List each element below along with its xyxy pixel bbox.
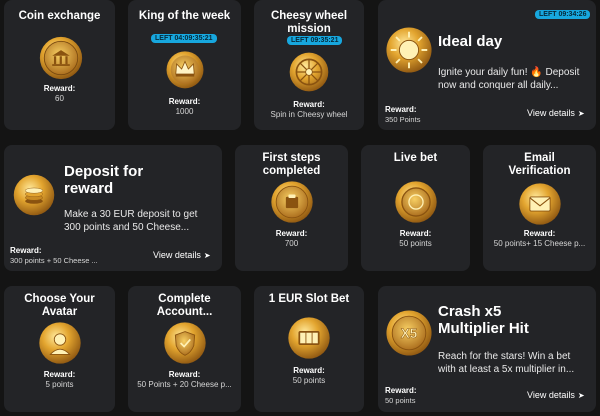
card-description: Ignite your daily fun! 🔥 Deposit now and… xyxy=(438,67,580,91)
card-title: Coin exchange xyxy=(18,10,101,22)
crown-medal-icon xyxy=(166,51,204,89)
reward-value: 5 points xyxy=(45,380,74,389)
card-title: Choose Your Avatar xyxy=(24,293,95,318)
timer-badge: LEFT 04:09:35:21 xyxy=(151,34,217,43)
mission-card-ideal-day[interactable]: LEFT 09:34:26 Ideal day Ignite your dail… xyxy=(378,0,596,130)
reward-value: Spin in Cheesy wheel xyxy=(270,110,348,119)
mission-card-coin-exchange[interactable]: Coin exchange Reward: 60 xyxy=(4,0,115,130)
reward-value: 50 points xyxy=(292,376,326,385)
shield-medal-icon xyxy=(164,322,206,364)
mission-card-crash-x5[interactable]: X5 Crash x5 Multiplier Hit Reach for the… xyxy=(378,286,596,412)
chip-medal-icon xyxy=(395,181,437,223)
reward-value: 50 points xyxy=(399,239,432,248)
mission-card-email-verification[interactable]: Email Verification Reward: 50 points+ 15… xyxy=(483,145,596,271)
arrow-right-icon: ➤ xyxy=(577,391,585,400)
timer-badge: LEFT 09:35:21 xyxy=(287,36,343,45)
reward-label: Reward: xyxy=(293,100,325,109)
wheel-medal-icon xyxy=(289,52,329,92)
card-title: King of the week xyxy=(138,10,231,22)
bank-medal-icon xyxy=(39,36,83,80)
reward-value: 60 xyxy=(55,94,64,103)
reward-label: Reward: xyxy=(43,84,76,93)
mission-card-deposit-for-reward[interactable]: Deposit for reward Make a 30 EUR deposit… xyxy=(4,145,222,271)
card-title: 1 EUR Slot Bet xyxy=(268,293,350,305)
reward-label: Reward: xyxy=(385,105,417,114)
card-title: Cheesy wheel mission xyxy=(270,10,348,35)
card-title: Email Verification xyxy=(508,152,571,177)
mission-card-complete-account[interactable]: Complete Account... Reward: 50 Points + … xyxy=(128,286,241,412)
card-title: Live bet xyxy=(393,152,438,164)
reward-value: 50 points xyxy=(385,396,416,405)
reward-label: Reward: xyxy=(293,366,325,375)
card-title: Deposit for reward xyxy=(64,163,144,197)
mission-card-cheesy-wheel[interactable]: Cheesy wheel mission LEFT 09:35:21 Rewar… xyxy=(254,0,364,130)
slot-medal-icon xyxy=(288,317,330,359)
reward-label: Reward: xyxy=(385,386,417,395)
card-description: Reach for the stars! Win a bet with at l… xyxy=(438,351,575,375)
arrow-right-icon: ➤ xyxy=(577,109,585,118)
card-title: First steps completed xyxy=(262,152,321,177)
reward-value: 1000 xyxy=(175,107,194,116)
reward-value: 50 points+ 15 Cheese p... xyxy=(493,239,586,248)
card-description: Make a 30 EUR deposit to get 300 points … xyxy=(64,209,198,233)
view-details-link[interactable]: View details ➤ xyxy=(527,108,585,118)
mission-card-king-of-the-week[interactable]: King of the week LEFT 04:09:35:21 Reward… xyxy=(128,0,241,130)
card-title: Ideal day xyxy=(438,33,503,50)
reward-label: Reward: xyxy=(275,229,308,238)
reward-label: Reward: xyxy=(10,246,42,255)
reward-value: 50 Points + 20 Cheese p... xyxy=(137,380,232,389)
svg-text:X5: X5 xyxy=(401,326,418,341)
reward-label: Reward: xyxy=(168,370,201,379)
view-details-link[interactable]: View details ➤ xyxy=(153,250,211,260)
envelope-medal-icon xyxy=(519,183,561,225)
sun-medal-icon xyxy=(386,27,432,73)
reward-label: Reward: xyxy=(43,370,76,379)
mission-card-first-steps[interactable]: First steps completed Reward: 700 xyxy=(235,145,348,271)
reward-label: Reward: xyxy=(523,229,556,238)
arrow-right-icon: ➤ xyxy=(203,251,211,260)
coins-medal-icon xyxy=(13,174,55,216)
mission-card-live-bet[interactable]: Live bet Reward: 50 points xyxy=(361,145,470,271)
avatar-medal-icon xyxy=(39,322,81,364)
reward-value: 300 points + 50 Cheese ... xyxy=(10,256,98,265)
x5-medal-icon: X5 xyxy=(386,310,432,356)
mission-card-choose-avatar[interactable]: Choose Your Avatar Reward: 5 points xyxy=(4,286,115,412)
reward-label: Reward: xyxy=(399,229,432,238)
reward-value: 700 xyxy=(284,239,299,248)
reward-value: 350 Points xyxy=(385,115,421,124)
reward-label: Reward: xyxy=(168,97,201,106)
card-title: Complete Account... xyxy=(156,293,213,318)
footprint-medal-icon xyxy=(271,181,313,223)
view-details-link[interactable]: View details ➤ xyxy=(527,390,585,400)
card-title: Crash x5 Multiplier Hit xyxy=(438,303,529,337)
mission-card-slot-bet[interactable]: 1 EUR Slot Bet Reward: 50 points xyxy=(254,286,364,412)
timer-badge: LEFT 09:34:26 xyxy=(535,10,591,19)
